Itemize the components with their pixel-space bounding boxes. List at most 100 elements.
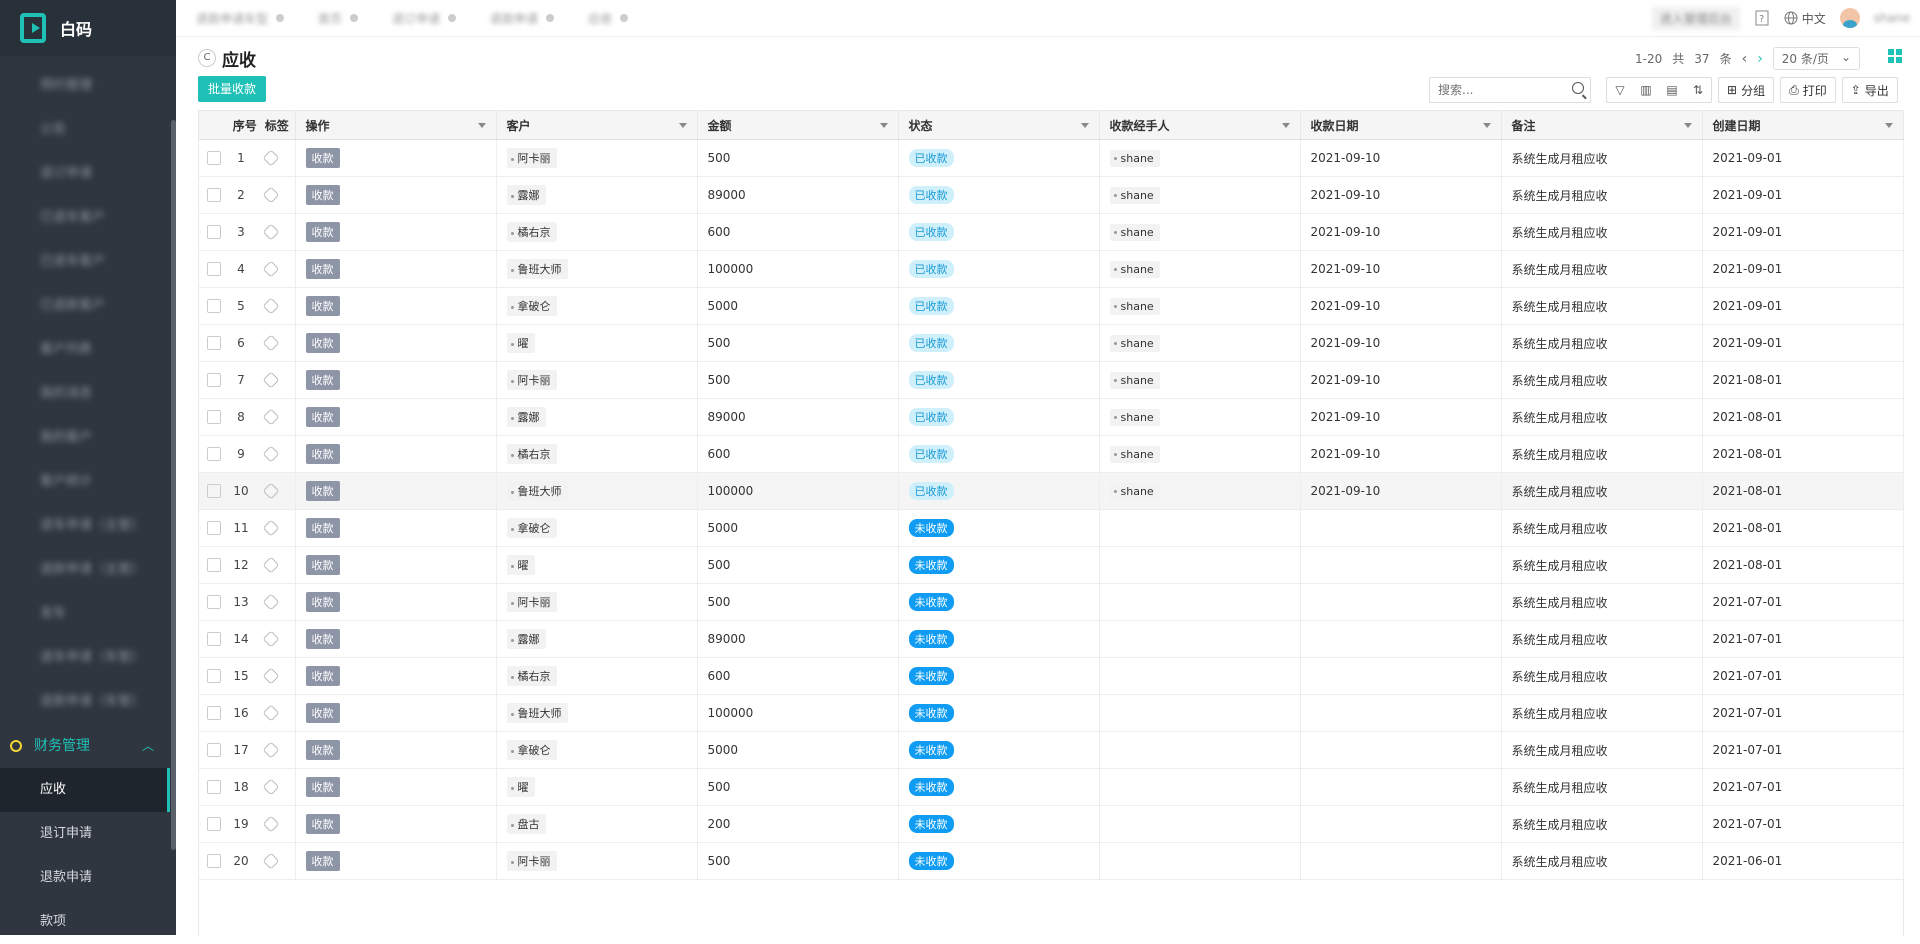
caret-down-icon[interactable] [477,123,486,128]
customer-chip[interactable]: 露娜 [506,407,546,427]
customer-chip[interactable]: 鲁班大师 [506,259,568,279]
handler-chip[interactable]: shane [1109,334,1160,352]
caret-down-icon[interactable] [879,123,888,128]
collect-button[interactable]: 收款 [305,814,340,834]
caret-down-icon[interactable] [1080,123,1089,128]
sidebar-item[interactable]: 我的消息 [0,372,170,416]
row-checkbox[interactable] [207,706,221,720]
caret-down-icon[interactable] [1683,123,1692,128]
customer-chip[interactable]: 拿破仑 [506,296,557,316]
table-row[interactable]: 18 收款 曜 500 未收款 系统生成月租应收 2021-07-01 [199,768,1904,806]
collect-button[interactable]: 收款 [305,481,340,501]
table-row[interactable]: 9 收款 橘右京 600 已收款 shane 2021-09-10 系统生成月租应收 2021-… [199,435,1904,473]
sidebar-item[interactable]: 退车申请（车管） [0,636,170,680]
customer-chip[interactable]: 鲁班大师 [506,481,568,501]
close-icon[interactable] [620,14,629,22]
logo[interactable]: 白码 [0,0,176,56]
tag-icon[interactable] [262,371,280,389]
sidebar-item[interactable]: 款项 [0,900,170,944]
row-checkbox[interactable] [207,743,221,757]
sidebar-scrollbar[interactable] [171,120,176,850]
customer-chip[interactable]: 阿卡丽 [506,370,557,390]
tag-icon[interactable] [262,556,280,574]
close-icon[interactable] [448,14,457,22]
search-icon[interactable] [1572,82,1584,94]
table-row[interactable]: 3 收款 橘右京 600 已收款 shane 2021-09-10 系统生成月租应收 2021-… [199,213,1904,251]
sidebar-item[interactable]: 客户列表 [0,328,170,372]
row-checkbox[interactable] [207,225,221,239]
row-checkbox[interactable] [207,373,221,387]
row-checkbox[interactable] [207,336,221,350]
sidebar-item[interactable]: 退订申请 [0,152,170,196]
col-header-created-date[interactable]: 创建日期 [1702,111,1904,140]
collect-button[interactable]: 收款 [305,333,340,353]
handler-chip[interactable]: shane [1109,186,1160,204]
caret-down-icon[interactable] [1884,123,1893,128]
tab[interactable]: 退款申请 [490,10,555,27]
sidebar-item[interactable]: 我的客户 [0,416,170,460]
username[interactable]: shane [1874,11,1910,25]
collect-button[interactable]: 收款 [305,666,340,686]
close-icon[interactable] [276,14,285,22]
caret-down-icon[interactable] [1482,123,1491,128]
table-row[interactable]: 16 收款 鲁班大师 100000 未收款 系统生成月租应收 2021-07-01 [199,694,1904,732]
tag-icon[interactable] [262,223,280,241]
customer-chip[interactable]: 盘古 [506,814,546,834]
chart-icon[interactable]: ▥ [1633,78,1659,102]
table-row[interactable]: 6 收款 曜 500 已收款 shane 2021-09-10 系统生成月租应收 2021-09… [199,324,1904,362]
row-checkbox[interactable] [207,854,221,868]
customer-chip[interactable]: 露娜 [506,629,546,649]
row-checkbox[interactable] [207,669,221,683]
next-page-icon[interactable]: › [1757,51,1763,67]
group-button[interactable]: ⊞ 分组 [1718,77,1775,103]
table-row[interactable]: 13 收款 阿卡丽 500 未收款 系统生成月租应收 2021-07-01 [199,583,1904,621]
col-header-paid-date[interactable]: 收款日期 [1300,111,1502,140]
handler-chip[interactable]: shane [1109,482,1160,500]
handler-chip[interactable]: shane [1109,371,1160,389]
manage-button[interactable]: 进入管理后台 [1651,6,1740,30]
row-checkbox[interactable] [207,299,221,313]
col-header-handler[interactable]: 收款经手人 [1099,111,1301,140]
table-row[interactable]: 7 收款 阿卡丽 500 已收款 shane 2021-09-10 系统生成月租应收 2021-… [199,361,1904,399]
handler-chip[interactable]: shane [1109,223,1160,241]
tab[interactable]: 退款申请车型 [196,10,285,27]
collect-button[interactable]: 收款 [305,444,340,464]
sidebar-item[interactable]: 退款申请 [0,856,170,900]
table-row[interactable]: 10 收款 鲁班大师 100000 已收款 shane 2021-09-10 系统生成月租应收… [199,472,1904,510]
row-checkbox[interactable] [207,262,221,276]
layout-grid-icon[interactable] [1888,49,1902,63]
tag-icon[interactable] [262,815,280,833]
tab[interactable]: 退订申请 [392,10,457,27]
tab[interactable]: 应收 [588,10,629,27]
collect-button[interactable]: 收款 [305,370,340,390]
customer-chip[interactable]: 橘右京 [506,666,557,686]
col-header-amount[interactable]: 金额 [697,111,899,140]
row-checkbox[interactable] [207,780,221,794]
collect-button[interactable]: 收款 [305,740,340,760]
sidebar-item[interactable]: 应收 [0,768,170,812]
avatar[interactable] [1839,8,1860,28]
tag-icon[interactable] [262,852,280,870]
sidebar-item[interactable]: 客户统计 [0,460,170,504]
table-row[interactable]: 14 收款 露娜 89000 未收款 系统生成月租应收 2021-07-01 [199,620,1904,658]
tag-icon[interactable] [262,630,280,648]
row-checkbox[interactable] [207,484,221,498]
row-checkbox[interactable] [207,595,221,609]
customer-chip[interactable]: 橘右京 [506,222,557,242]
tag-icon[interactable] [262,297,280,315]
caret-down-icon[interactable] [678,123,687,128]
sidebar-item[interactable]: 已退车客户 [0,196,170,240]
tag-icon[interactable] [262,593,280,611]
collect-button[interactable]: 收款 [305,777,340,797]
sidebar-item[interactable]: 已退车客户 [0,240,170,284]
sidebar-item[interactable]: 退款申请（车管） [0,680,170,724]
caret-down-icon[interactable] [1281,123,1290,128]
close-icon[interactable] [350,14,359,22]
help-icon[interactable]: ? [1754,10,1770,26]
customer-chip[interactable]: 橘右京 [506,444,557,464]
col-header-customer[interactable]: 客户 [496,111,698,140]
export-button[interactable]: ⇪ 导出 [1841,77,1898,103]
table-row[interactable]: 1 收款 阿卡丽 500 已收款 shane 2021-09-10 系统生成月租应收 2021-… [199,139,1904,177]
row-checkbox[interactable] [207,188,221,202]
table-row[interactable]: 8 收款 露娜 89000 已收款 shane 2021-09-10 系统生成月租应收 2021… [199,398,1904,436]
